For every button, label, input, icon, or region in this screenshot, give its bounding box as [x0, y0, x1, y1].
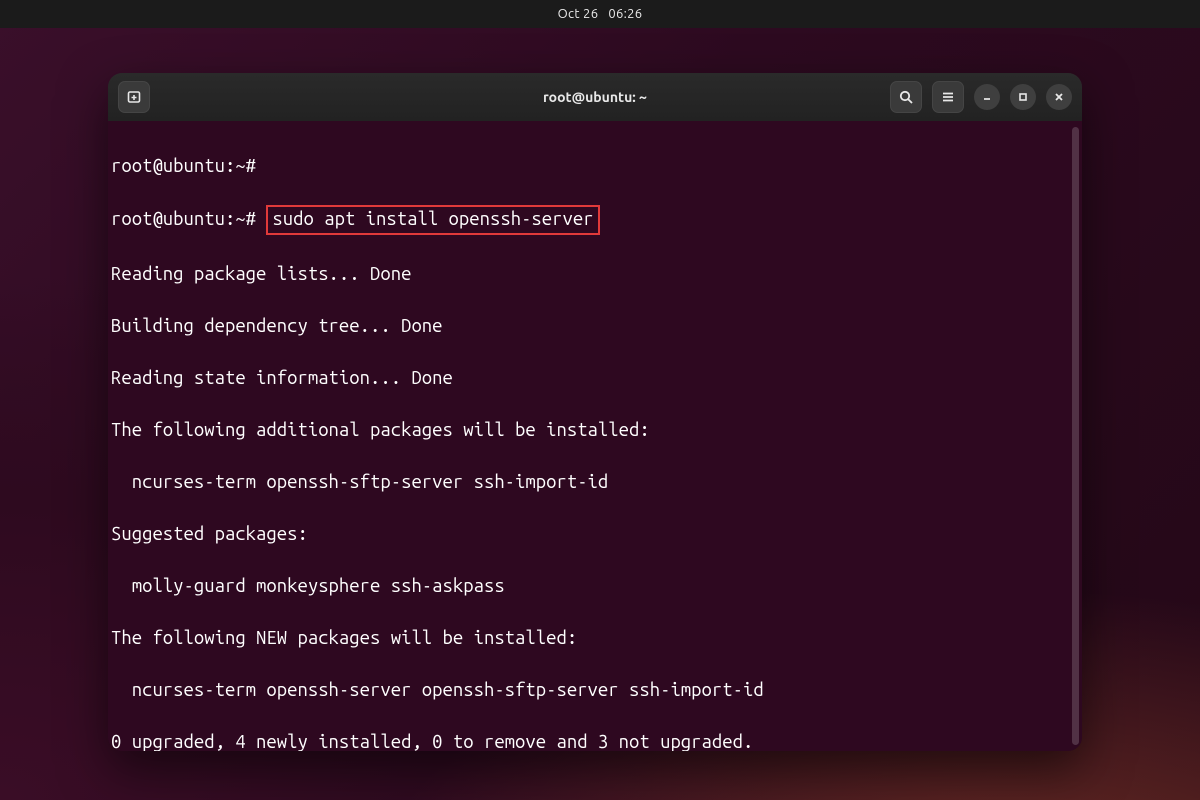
search-button[interactable] — [890, 81, 922, 113]
new-tab-button[interactable] — [118, 81, 150, 113]
minimize-icon — [981, 91, 993, 103]
new-tab-icon — [126, 89, 142, 105]
output-line: Building dependency tree... Done — [111, 313, 1074, 339]
output-line: Suggested packages: — [111, 521, 1074, 547]
minimize-button[interactable] — [974, 84, 1000, 110]
terminal-body[interactable]: root@ubuntu:~# root@ubuntu:~# sudo apt i… — [108, 121, 1082, 751]
output-line: molly-guard monkeysphere ssh-askpass — [111, 573, 1074, 599]
top-bar: Oct 26 06:26 — [0, 0, 1200, 28]
topbar-date: Oct 26 — [558, 7, 599, 21]
prompt: root@ubuntu:~# — [111, 209, 256, 229]
maximize-icon — [1017, 91, 1029, 103]
highlight-command: sudo apt install openssh-server — [266, 205, 599, 235]
output-line: Reading state information... Done — [111, 365, 1074, 391]
output-line: Reading package lists... Done — [111, 261, 1074, 287]
menu-button[interactable] — [932, 81, 964, 113]
close-icon — [1053, 91, 1065, 103]
output-line: The following additional packages will b… — [111, 417, 1074, 443]
output-line: 0 upgraded, 4 newly installed, 0 to remo… — [111, 729, 1074, 751]
output-line: ncurses-term openssh-sftp-server ssh-imp… — [111, 469, 1074, 495]
maximize-button[interactable] — [1010, 84, 1036, 110]
topbar-time: 06:26 — [608, 7, 642, 21]
scrollbar[interactable] — [1072, 127, 1079, 745]
search-icon — [898, 89, 914, 105]
output-line: The following NEW packages will be insta… — [111, 625, 1074, 651]
titlebar[interactable]: root@ubuntu: ~ — [108, 73, 1082, 121]
close-button[interactable] — [1046, 84, 1072, 110]
hamburger-icon — [940, 89, 956, 105]
terminal-window: root@ubuntu: ~ — [108, 73, 1082, 751]
output-line: ncurses-term openssh-server openssh-sftp… — [111, 677, 1074, 703]
prompt: root@ubuntu:~# — [111, 156, 256, 176]
